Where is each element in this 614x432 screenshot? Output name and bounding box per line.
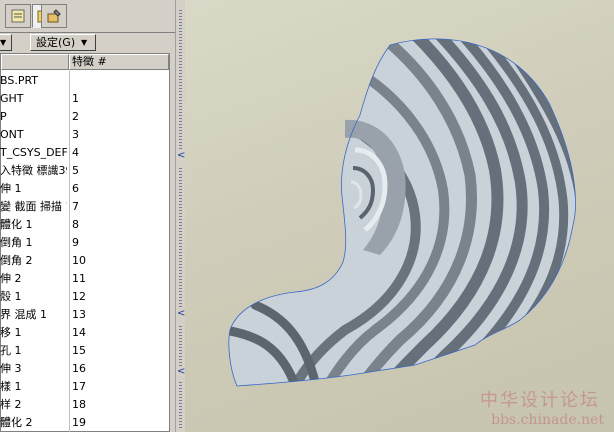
panel-splitter[interactable]: < < < — [175, 0, 185, 432]
column-feature-id-header[interactable]: 特徵 # — [69, 54, 169, 70]
3d-model-surface[interactable] — [185, 0, 614, 432]
feature-id: 2 — [72, 110, 79, 123]
splitter-grip — [179, 168, 182, 308]
splitter-grip — [179, 326, 182, 366]
feature-name: 體化 1 — [0, 218, 33, 231]
feature-id: 13 — [72, 308, 86, 321]
tree-row[interactable]: GHT 1 — [0, 90, 169, 108]
show-dropdown-button[interactable]: ▼ — [0, 34, 12, 51]
feature-id: 18 — [72, 398, 86, 411]
feature-name: 倒角 1 — [0, 236, 33, 249]
feature-name: BS.PRT — [0, 74, 39, 87]
feature-name: T_CSYS_DEF — [0, 146, 67, 159]
feature-name: 伸 3 — [0, 362, 22, 375]
feature-id: 3 — [72, 128, 79, 141]
tree-row[interactable]: P2 — [0, 108, 169, 126]
feature-id: 19 — [72, 416, 86, 429]
dropdown-arrow-icon: ▼ — [0, 38, 7, 47]
tree-row[interactable]: 入特徵 標識39 5 — [0, 162, 169, 180]
feature-id: 16 — [72, 362, 86, 375]
tree-row[interactable]: 變 截面 掃描 1 7 — [0, 198, 169, 216]
tree-row[interactable]: BS.PRT — [0, 72, 169, 90]
watermark-url: bbs.chinade.net — [491, 412, 604, 428]
tree-row[interactable]: 移 1 14 — [0, 324, 169, 342]
settings-dropdown-button[interactable]: 設定(G) ▼ — [30, 34, 96, 51]
navigator-tabs — [0, 0, 175, 32]
tree-row[interactable]: 倒角 2 10 — [0, 252, 169, 270]
feature-id: 17 — [72, 380, 86, 393]
tab-model-tree[interactable] — [5, 4, 31, 28]
tree-row[interactable]: 倒角 1 9 — [0, 234, 169, 252]
feature-id: 10 — [72, 254, 86, 267]
feature-id: 7 — [72, 200, 79, 213]
tree-row[interactable]: 樣 1 17 — [0, 378, 169, 396]
dropdown-arrow-icon: ▼ — [81, 38, 88, 47]
tree-row[interactable]: ONT 3 — [0, 126, 169, 144]
watermark-title: 中华设计论坛 — [480, 390, 600, 411]
tree-row[interactable]: 界 混成 1 13 — [0, 306, 169, 324]
tree-row[interactable]: 伸 1 6 — [0, 180, 169, 198]
feature-name: 變 截面 掃描 1 — [0, 200, 67, 213]
feature-id: 11 — [72, 272, 86, 285]
feature-name: 界 混成 1 — [0, 308, 47, 321]
tools-icon — [47, 9, 61, 23]
feature-name: GHT — [0, 92, 24, 105]
tree-header: 特徵 # — [1, 54, 169, 70]
tree-row[interactable]: 伸 3 16 — [0, 360, 169, 378]
feature-id: 15 — [72, 344, 86, 357]
model-tree: 特徵 # BS.PRT GHT 1 P 2 ONT 3 T_CSYS_DEF 4 入特徵 標識39… — [0, 53, 170, 432]
feature-id: 4 — [72, 146, 79, 159]
feature-name: ONT — [0, 128, 24, 141]
feature-name: 样 2 — [0, 398, 22, 411]
feature-id: 6 — [72, 182, 79, 195]
feature-name: 伸 1 — [0, 182, 22, 195]
feature-name: 殼 1 — [0, 290, 22, 303]
feature-name: P — [0, 110, 7, 123]
feature-id: 8 — [72, 218, 79, 231]
tab-favorites[interactable] — [41, 4, 67, 28]
feature-id: 1 — [72, 92, 79, 105]
feature-name: 移 1 — [0, 326, 22, 339]
tree-row[interactable]: 體化 2 19 — [0, 414, 169, 432]
feature-name: 倒角 2 — [0, 254, 33, 267]
feature-name: 孔 1 — [0, 344, 22, 357]
tree-row[interactable]: 伸 2 11 — [0, 270, 169, 288]
feature-name: 樣 1 — [0, 380, 22, 393]
tree-row[interactable]: 样 2 18 — [0, 396, 169, 414]
feature-name: 體化 2 — [0, 416, 33, 429]
model-tree-panel: ▼ 設定(G) ▼ 特徵 # BS.PRT GHT 1 P 2 ONT 3 T_CSYS_DE… — [0, 0, 175, 432]
splitter-grip — [179, 382, 182, 428]
tree-toolbar: ▼ 設定(G) ▼ — [0, 32, 175, 53]
feature-id: 12 — [72, 290, 86, 303]
model-tree-icon — [11, 9, 25, 23]
feature-id: 9 — [72, 236, 79, 249]
tree-row[interactable]: T_CSYS_DEF 4 — [0, 144, 169, 162]
feature-name: 入特徵 標識39 — [0, 164, 67, 177]
settings-label: 設定(G) — [36, 36, 76, 49]
feature-id: 14 — [72, 326, 86, 339]
feature-id: 5 — [72, 164, 79, 177]
tree-row[interactable]: 殼 1 12 — [0, 288, 169, 306]
graphics-viewport[interactable]: 中华设计论坛 bbs.chinade.net — [185, 0, 614, 432]
column-name-header[interactable] — [1, 54, 69, 70]
tree-row[interactable]: 孔 1 15 — [0, 342, 169, 360]
feature-name: 伸 2 — [0, 272, 22, 285]
tree-row[interactable]: 體化 1 8 — [0, 216, 169, 234]
splitter-grip — [179, 10, 182, 150]
